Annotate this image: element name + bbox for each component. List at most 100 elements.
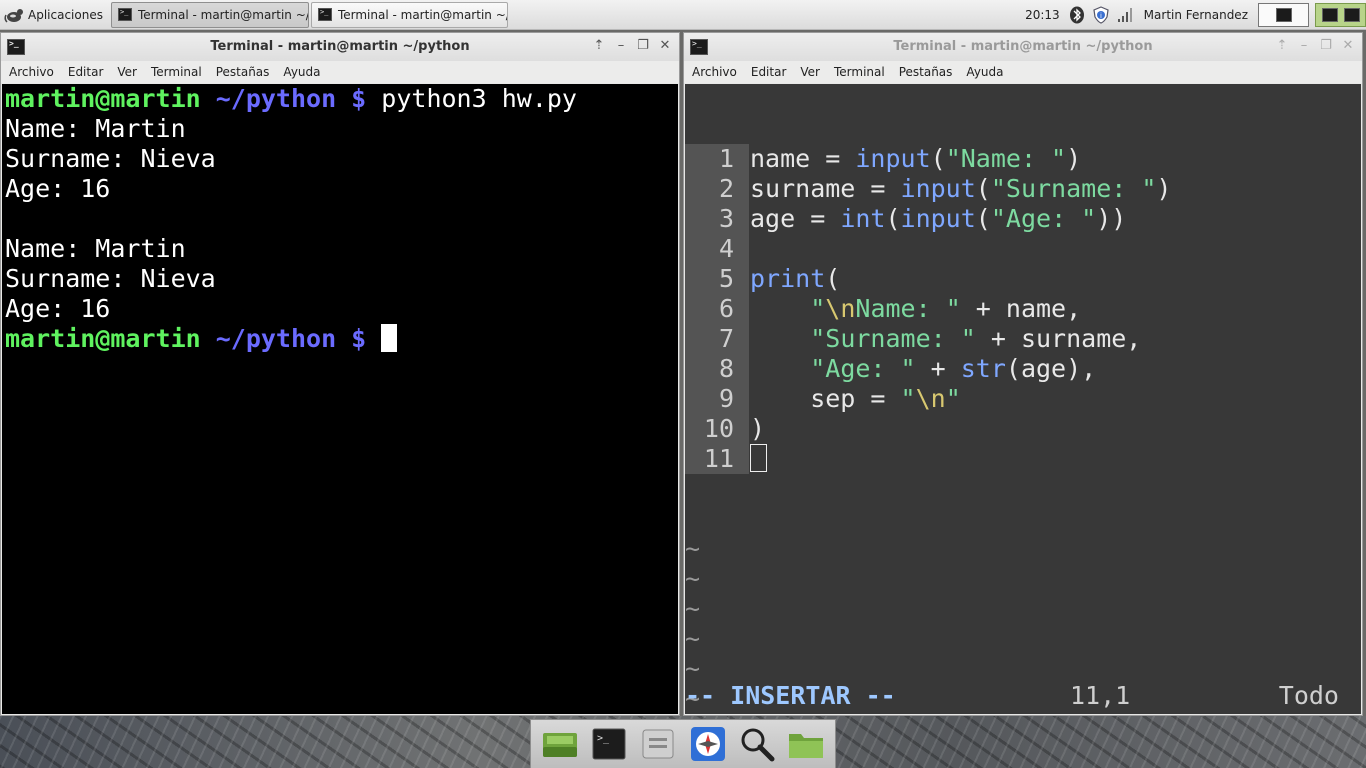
code-line: 11 [685, 444, 1361, 474]
menu-pestanas[interactable]: Pestañas [216, 65, 270, 79]
vim-mode: -- INSERTAR -- [685, 681, 896, 710]
code-text: surname = input("Surname: ") [750, 174, 1172, 203]
menu-ayuda[interactable]: Ayuda [966, 65, 1003, 79]
code-text: sep = "\n" [750, 384, 961, 413]
workspace-window-thumbnail [1321, 7, 1338, 22]
code-line: 4 [685, 234, 1361, 264]
prompt-user: martin@martin [5, 84, 201, 113]
line-number: 7 [685, 324, 749, 354]
folder-icon [789, 734, 824, 758]
dock-item-terminal[interactable]: >_ [589, 724, 629, 764]
terminal-window-right[interactable]: >_ Terminal - martin@martin ~/python ⇡ –… [683, 32, 1363, 716]
line-number: 9 [685, 384, 749, 414]
window-controls: ⇡ – ❐ ✕ [1276, 38, 1354, 53]
line-number: 10 [685, 414, 749, 444]
taskbar-button-terminal-2[interactable]: >_ Terminal - martin@martin ~/... [310, 1, 508, 28]
minimize-icon[interactable]: – [615, 38, 627, 53]
menubar: Archivo Editar Ver Terminal Pestañas Ayu… [684, 61, 1362, 83]
scroll-indicator: Todo [1278, 681, 1339, 710]
code-line: 9 sep = "\n" [685, 384, 1361, 414]
taskbar-button-terminal-1[interactable]: >_ Terminal - martin@martin ~/... [110, 1, 309, 28]
menu-archivo[interactable]: Archivo [692, 65, 737, 79]
menu-ver[interactable]: Ver [117, 65, 137, 79]
terminal-cursor [381, 324, 398, 352]
prompt-line: martin@martin ~/python $ [5, 324, 678, 354]
prompt-path: ~/python $ [200, 324, 367, 353]
taskbar-button-label: Terminal - martin@martin ~/... [337, 7, 508, 22]
pin-icon[interactable]: ⇡ [1276, 38, 1288, 53]
code-text [749, 444, 767, 474]
menu-ayuda[interactable]: Ayuda [283, 65, 320, 79]
maximize-icon[interactable]: ❐ [637, 38, 649, 53]
applications-menu[interactable]: Aplicaciones [0, 0, 109, 30]
code-text: "Age: " + str(age), [810, 354, 1097, 383]
taskbar-button-label: Terminal - martin@martin ~/... [137, 7, 309, 22]
menu-archivo[interactable]: Archivo [9, 65, 54, 79]
menu-ver[interactable]: Ver [800, 65, 820, 79]
window-title: Terminal - martin@martin ~/python [893, 39, 1153, 54]
disk-icon [642, 729, 674, 759]
menu-pestanas[interactable]: Pestañas [899, 65, 953, 79]
output-line: Name: Martin [5, 114, 186, 143]
terminal-icon: >_ [592, 728, 626, 760]
close-icon[interactable]: ✕ [659, 38, 671, 53]
code-line: 6 "\nName: " + name, [685, 294, 1361, 324]
code-line: 1 name = input("Name: ") [685, 144, 1361, 174]
window-controls: ⇡ – ❐ ✕ [593, 38, 671, 53]
dock-item-folder[interactable] [786, 724, 826, 764]
terminal-window-left[interactable]: >_ Terminal - martin@martin ~/python ⇡ –… [0, 32, 680, 716]
maximize-icon[interactable]: ❐ [1320, 38, 1332, 53]
dock-item-disk-utility[interactable] [638, 724, 678, 764]
line-number: 11 [685, 444, 749, 474]
prompt-user: martin@martin [5, 324, 201, 353]
empty-line-marker: ~ [685, 624, 701, 653]
vim-editor[interactable]: 1 name = input("Name: ") 2 surname = input(… [685, 84, 1361, 714]
line-number: 6 [685, 294, 749, 324]
window-titlebar[interactable]: >_ Terminal - martin@martin ~/python ⇡ –… [684, 33, 1362, 61]
network-signal-icon[interactable] [1116, 6, 1134, 24]
code-text: ) [750, 414, 766, 443]
workspace-1[interactable] [1258, 2, 1309, 27]
menu-terminal[interactable]: Terminal [834, 65, 885, 79]
workspace-window-thumbnail [1343, 7, 1360, 22]
minimize-icon[interactable]: – [1298, 38, 1310, 53]
line-number: 1 [685, 144, 749, 174]
output-line: Age: 16 [5, 174, 111, 203]
top-panel: Aplicaciones >_ Terminal - martin@martin… [0, 0, 1366, 30]
applications-label: Aplicaciones [28, 7, 103, 22]
cursor-position: 11,1 [1070, 681, 1131, 710]
command-line: martin@martin ~/python $ python3 hw.py [5, 84, 678, 114]
clock[interactable]: 20:13 [1025, 8, 1060, 22]
dock-item-files-drive[interactable] [540, 724, 580, 764]
system-tray: 20:13 i Martin Fernandez [1025, 0, 1366, 30]
code-text: age = int(input("Age: ")) [750, 204, 1127, 233]
shield-update-icon[interactable]: i [1092, 5, 1110, 24]
code-text: print( [750, 264, 841, 293]
window-titlebar[interactable]: >_ Terminal - martin@martin ~/python ⇡ –… [1, 33, 679, 61]
prompt-path: ~/python $ [200, 84, 367, 113]
empty-line-marker: ~ [685, 594, 701, 623]
line-number: 4 [685, 234, 749, 264]
terminal-icon: >_ [117, 8, 132, 21]
menu-terminal[interactable]: Terminal [151, 65, 202, 79]
code-line: 7 "Surname: " + surname, [685, 324, 1361, 354]
code-text: name = input("Name: ") [750, 144, 1082, 173]
svg-text:>_: >_ [597, 733, 610, 744]
menubar: Archivo Editar Ver Terminal Pestañas Ayu… [1, 61, 679, 83]
menu-editar[interactable]: Editar [751, 65, 787, 79]
workspace-2[interactable] [1315, 2, 1366, 27]
close-icon[interactable]: ✕ [1342, 38, 1354, 53]
code-text: "\nName: " + name, [810, 294, 1082, 323]
menu-editar[interactable]: Editar [68, 65, 104, 79]
bluetooth-icon[interactable] [1068, 6, 1086, 24]
dock-item-search[interactable] [737, 724, 777, 764]
dock: >_ [530, 719, 836, 768]
dock-item-browser[interactable] [688, 724, 728, 764]
user-menu[interactable]: Martin Fernandez [1144, 8, 1248, 22]
code-line: 5 print( [685, 264, 1361, 294]
empty-line-marker: ~ [685, 564, 701, 593]
empty-line-marker: ~ [685, 534, 701, 563]
terminal-output[interactable]: martin@martin ~/python $ python3 hw.py Na… [2, 84, 678, 714]
command-text: python3 hw.py [366, 84, 577, 113]
pin-icon[interactable]: ⇡ [593, 38, 605, 53]
